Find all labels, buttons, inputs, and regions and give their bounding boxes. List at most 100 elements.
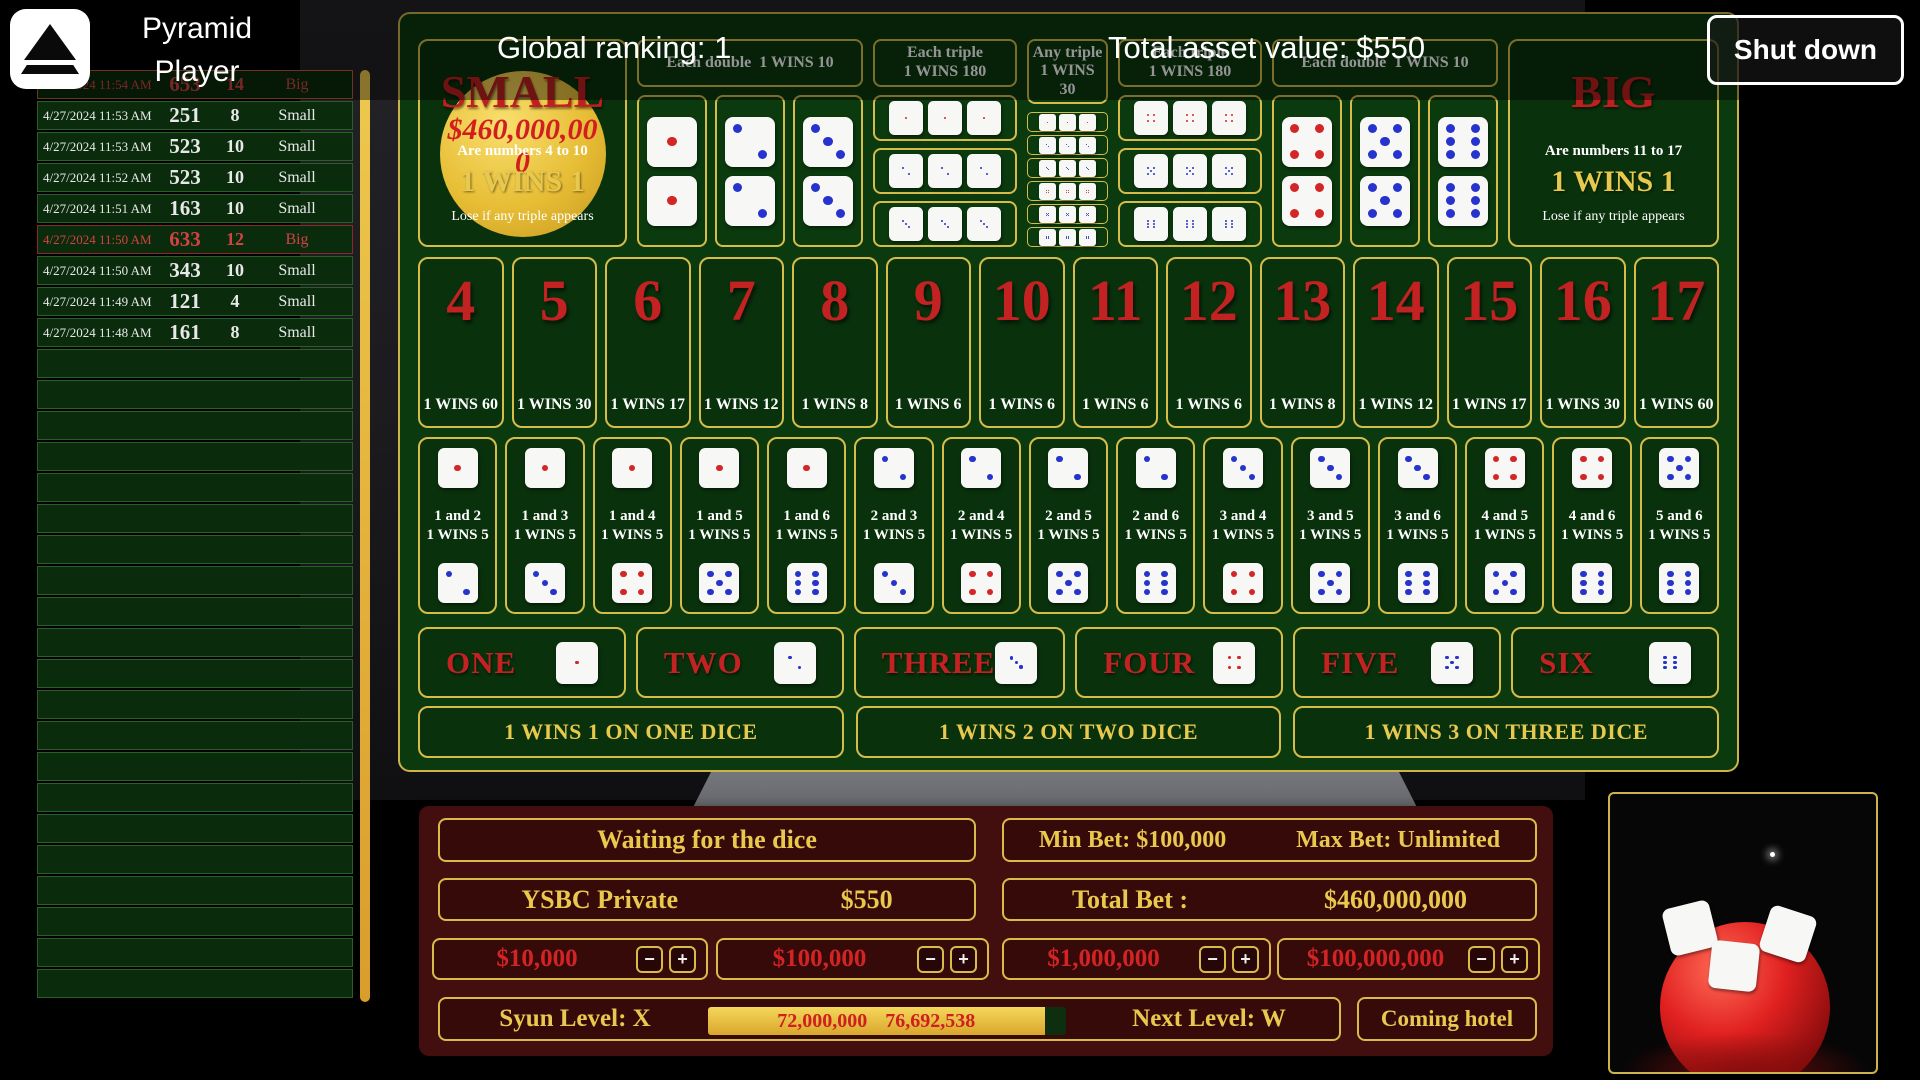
total-odds: 1 WINS 60 xyxy=(423,396,498,413)
pip xyxy=(1185,113,1189,117)
bet-total-5[interactable]: 5 1 WINS 30 xyxy=(511,257,597,428)
bet-single-two[interactable]: TWO xyxy=(635,627,844,698)
pip xyxy=(1579,455,1587,463)
bet-single-three[interactable]: THREE xyxy=(853,627,1066,698)
pip xyxy=(1066,214,1067,216)
bet-total-10[interactable]: 10 1 WINS 6 xyxy=(979,257,1065,428)
chip-100000-plus-button[interactable]: + xyxy=(950,945,977,973)
chip-100000000-minus-button[interactable]: − xyxy=(1468,945,1495,973)
bet-triple-1[interactable] xyxy=(873,95,1017,141)
chip-100000000-plus-button[interactable]: + xyxy=(1501,945,1528,973)
pip xyxy=(1161,579,1168,587)
combo-odds: 1 WINS 5 xyxy=(1211,526,1275,543)
total-number: 4 xyxy=(446,268,476,333)
bet-any-triple[interactable] xyxy=(1027,112,1108,247)
chip-select-100000[interactable]: $100,000 − + xyxy=(716,938,989,980)
bet-combo-4-5[interactable]: 4 and 5 1 WINS 5 xyxy=(1465,437,1545,614)
bet-double-5[interactable] xyxy=(1350,95,1420,247)
bet-combo-1-6[interactable]: 1 and 6 1 WINS 5 xyxy=(767,437,847,614)
bet-total-16[interactable]: 16 1 WINS 30 xyxy=(1540,257,1626,428)
combo-odds: 1 WINS 5 xyxy=(1124,526,1187,543)
bet-total-15[interactable]: 15 1 WINS 17 xyxy=(1446,257,1532,428)
bet-combo-1-4[interactable]: 1 and 4 1 WINS 5 xyxy=(592,437,672,614)
bet-double-2[interactable] xyxy=(715,95,785,247)
bet-triple-3[interactable] xyxy=(873,201,1017,247)
bet-combo-4-6[interactable]: 4 and 6 1 WINS 5 xyxy=(1552,437,1632,614)
bet-single-five[interactable]: FIVE xyxy=(1293,627,1502,698)
pip xyxy=(1450,660,1454,665)
bet-combo-1-3[interactable]: 1 and 3 1 WINS 5 xyxy=(505,437,585,614)
pip xyxy=(628,464,636,472)
bet-combo-5-6[interactable]: 5 and 6 1 WINS 5 xyxy=(1639,437,1719,614)
die-3 xyxy=(1660,898,1719,957)
chip-10000-minus-button[interactable]: − xyxy=(636,945,663,973)
bet-single-six[interactable]: SIX xyxy=(1511,627,1719,698)
shutdown-button[interactable]: Shut down xyxy=(1706,15,1904,85)
each-triple-right-boxes xyxy=(1118,95,1262,247)
next-level-label: Next Level: W xyxy=(1132,1005,1286,1032)
coming-hotel-button[interactable]: Coming hotel xyxy=(1357,997,1537,1041)
app: 4/27/2024 11:54 AM 653 14 Big 4/27/2024 11:5… xyxy=(0,0,1920,1080)
bet-total-13[interactable]: 13 1 WINS 8 xyxy=(1259,257,1345,428)
chip-1000000-plus-button[interactable]: + xyxy=(1232,945,1259,973)
pip xyxy=(1046,214,1047,216)
bet-total-12[interactable]: 12 1 WINS 6 xyxy=(1166,257,1252,428)
chip-1000000-minus-button[interactable]: − xyxy=(1199,945,1226,973)
bet-total-14[interactable]: 14 1 WINS 12 xyxy=(1353,257,1439,428)
bet-combo-2-6[interactable]: 2 and 6 1 WINS 5 xyxy=(1116,437,1196,614)
bet-triple-4[interactable] xyxy=(1118,95,1262,141)
level-box: Syun Level: X 72,000,000 76,692,538 Next… xyxy=(438,997,1341,1041)
history-panel: 4/27/2024 11:54 AM 653 14 Big 4/27/2024 11:5… xyxy=(37,70,353,1000)
bet-triple-5[interactable] xyxy=(1118,148,1262,194)
bet-total-8[interactable]: 8 1 WINS 8 xyxy=(792,257,878,428)
pip xyxy=(1667,579,1674,587)
history-dice: 251 xyxy=(169,103,201,127)
combo-label: 3 and 4 1 WINS 5 xyxy=(1212,507,1274,545)
pip xyxy=(1510,570,1517,578)
bet-double-6[interactable] xyxy=(1428,95,1498,247)
pip xyxy=(1405,588,1412,596)
bet-combo-3-5[interactable]: 3 and 5 1 WINS 5 xyxy=(1290,437,1370,614)
pip xyxy=(979,219,983,223)
bet-combo-2-3[interactable]: 2 and 3 1 WINS 5 xyxy=(854,437,934,614)
bet-double-1[interactable] xyxy=(637,95,707,247)
bet-combo-3-4[interactable]: 3 and 4 1 WINS 5 xyxy=(1203,437,1283,614)
history-size: Small xyxy=(278,106,316,124)
chip-10000-plus-button[interactable]: + xyxy=(669,945,696,973)
coming-hotel-label: Coming hotel xyxy=(1380,1006,1514,1031)
chip-select-100000000[interactable]: $100,000,000 − + xyxy=(1277,938,1540,980)
bet-triple-6[interactable] xyxy=(1118,201,1262,247)
bet-combo-3-6[interactable]: 3 and 6 1 WINS 5 xyxy=(1377,437,1458,614)
pip xyxy=(1068,214,1069,216)
bet-single-four[interactable]: FOUR xyxy=(1075,627,1284,698)
bet-total-17[interactable]: 17 1 WINS 60 xyxy=(1633,257,1719,428)
bet-double-3[interactable] xyxy=(793,95,863,247)
chip-select-1000000[interactable]: $1,000,000 − + xyxy=(1002,938,1271,980)
progress-target: 76,692,538 xyxy=(885,1009,976,1032)
bet-single-one[interactable]: ONE xyxy=(418,627,626,698)
bet-combo-1-5[interactable]: 1 and 5 1 WINS 5 xyxy=(679,437,760,614)
bet-triple-2[interactable] xyxy=(873,148,1017,194)
total-bet-box: Total Bet : $460,000,000 xyxy=(1002,878,1537,921)
history-scrollbar[interactable] xyxy=(360,70,370,1002)
total-number: 7 xyxy=(726,268,756,333)
pip xyxy=(1088,214,1089,216)
chip-100000-minus-button[interactable]: − xyxy=(917,945,944,973)
bet-total-7[interactable]: 7 1 WINS 12 xyxy=(698,257,784,428)
bet-combo-2-4[interactable]: 2 and 4 1 WINS 5 xyxy=(941,437,1021,614)
chip-select-10000[interactable]: $10,000 − + xyxy=(432,938,708,980)
bet-total-4[interactable]: 4 1 WINS 60 xyxy=(418,257,504,428)
bet-total-11[interactable]: 11 1 WINS 6 xyxy=(1072,257,1158,428)
bet-combo-2-5[interactable]: 2 and 5 1 WINS 5 xyxy=(1028,437,1109,614)
pip xyxy=(1088,237,1089,239)
history-row-empty xyxy=(37,845,353,874)
chip-amount: $1,000,000 xyxy=(1047,945,1160,972)
bet-combo-1-2[interactable]: 1 and 2 1 WINS 5 xyxy=(418,437,498,614)
history-row: 4/27/2024 11:51 AM 163 10 Small xyxy=(37,194,353,223)
die-4 xyxy=(1282,175,1332,226)
bet-total-6[interactable]: 6 1 WINS 17 xyxy=(605,257,691,428)
bet-total-9[interactable]: 9 1 WINS 6 xyxy=(885,257,971,428)
combo-label: 3 and 5 1 WINS 5 xyxy=(1299,507,1361,545)
bet-double-4[interactable] xyxy=(1272,95,1342,247)
history-row-empty xyxy=(37,752,353,781)
